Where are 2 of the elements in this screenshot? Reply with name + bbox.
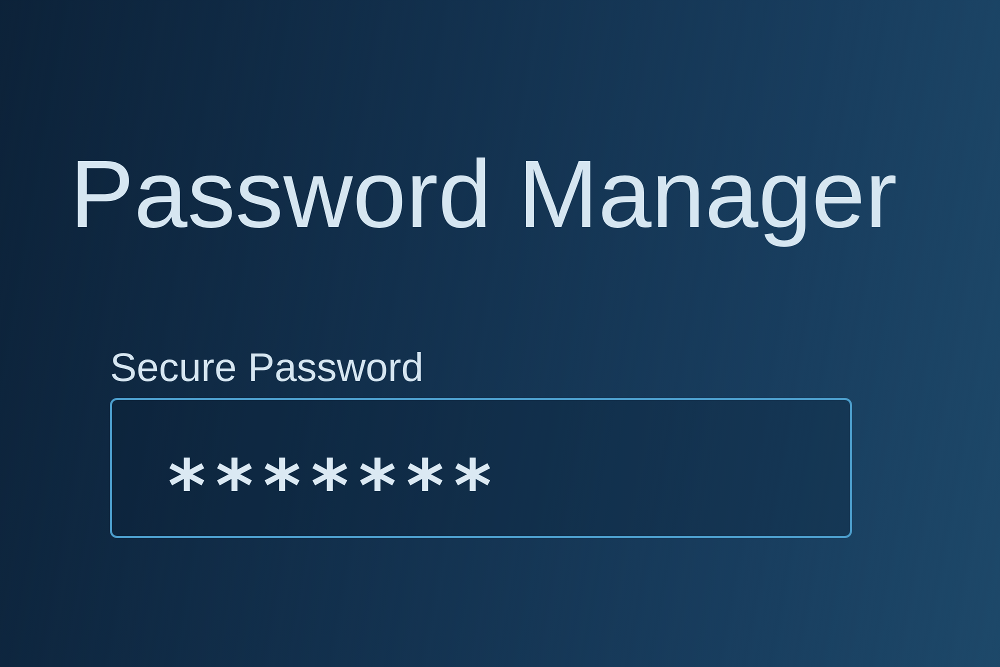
password-field[interactable]: ******* <box>110 398 852 538</box>
field-label: Secure Password <box>110 348 424 388</box>
